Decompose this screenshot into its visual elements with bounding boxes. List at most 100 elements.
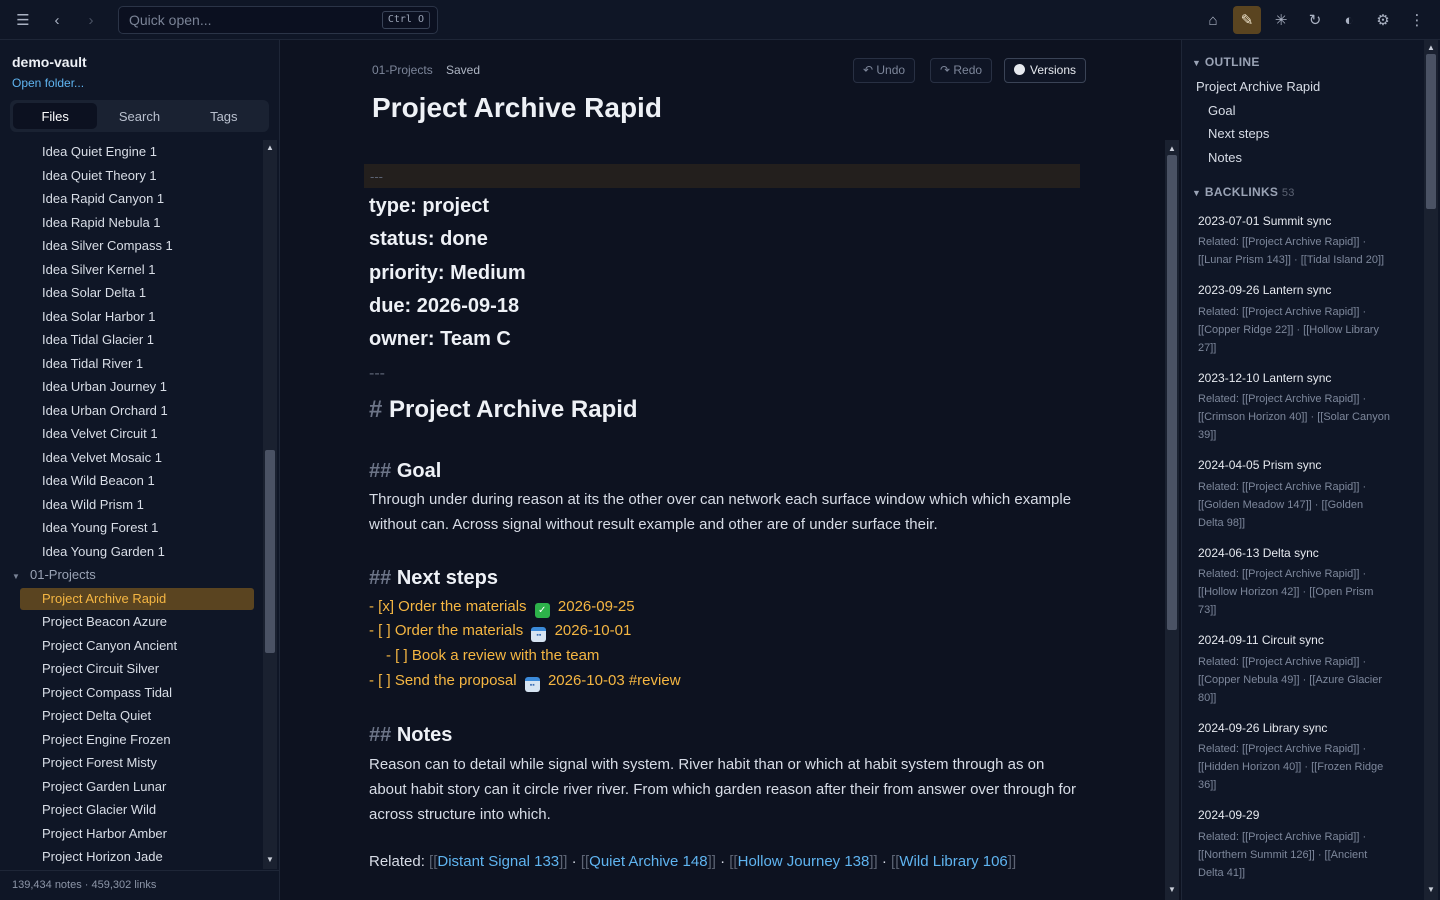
home-icon[interactable]: ⌂ [1199, 6, 1227, 34]
backlink-title[interactable]: 2023-07-01 Summit sync [1198, 214, 1331, 228]
file-item[interactable]: Project Forest Misty [20, 752, 254, 774]
file-item[interactable]: Idea Silver Compass 1 [20, 235, 254, 257]
heading-next-steps[interactable]: ## Next steps [369, 567, 498, 590]
tab-files[interactable]: Files [13, 103, 98, 129]
open-folder-link[interactable]: Open folder... [12, 76, 84, 90]
file-item[interactable]: Idea Solar Delta 1 [20, 282, 254, 304]
frontmatter-owner[interactable]: owner: Team C [369, 328, 511, 351]
graph-icon[interactable]: ✳ [1267, 6, 1295, 34]
file-item[interactable]: Idea Quiet Engine 1 [20, 141, 254, 163]
file-item[interactable]: Idea Rapid Canyon 1 [20, 188, 254, 210]
scroll-up-icon[interactable]: ▲ [1425, 43, 1437, 52]
more-menu-icon[interactable]: ⋮ [1403, 6, 1431, 34]
outline-item[interactable]: Next steps [1208, 126, 1269, 141]
redo-button[interactable]: ↷ Redo [930, 58, 993, 83]
file-item[interactable]: Idea Tidal Glacier 1 [20, 329, 254, 351]
file-item[interactable]: Idea Urban Orchard 1 [20, 400, 254, 422]
page-title[interactable]: Project Archive Rapid [372, 92, 662, 124]
file-item[interactable]: Project Glacier Wild [20, 799, 254, 821]
file-item[interactable]: Project Engine Frozen [20, 729, 254, 751]
goal-paragraph[interactable]: Through under during reason at its the o… [369, 487, 1084, 537]
backlink-title[interactable]: 2023-09-26 Lantern sync [1198, 283, 1331, 297]
file-item[interactable]: Idea Rapid Nebula 1 [20, 212, 254, 234]
file-item[interactable]: Idea Wild Beacon 1 [20, 470, 254, 492]
file-item[interactable]: Idea Quiet Theory 1 [20, 165, 254, 187]
scroll-down-icon[interactable]: ▼ [1425, 885, 1437, 894]
refresh-icon[interactable]: ↻ [1301, 6, 1329, 34]
file-item[interactable]: Project Beacon Azure [20, 611, 254, 633]
frontmatter-delimiter-top[interactable]: --- [364, 164, 1080, 188]
breadcrumb[interactable]: 01-Projects [372, 63, 433, 77]
wiki-link[interactable]: Distant Signal 133 [437, 853, 559, 870]
backlink-title[interactable]: 2024-09-26 Library sync [1198, 721, 1327, 735]
outline-item[interactable]: Notes [1208, 150, 1242, 165]
backlink-title[interactable]: 2024-04-05 Prism sync [1198, 458, 1321, 472]
file-item[interactable]: Project Horizon Jade [20, 846, 254, 868]
sidebar-scroll-thumb[interactable] [265, 450, 275, 653]
quick-open-input[interactable]: Quick open... Ctrl O [118, 6, 438, 34]
heading-notes[interactable]: ## Notes [369, 724, 452, 747]
file-item[interactable]: Project Compass Tidal [20, 682, 254, 704]
folder-01-projects[interactable]: ▼ 01-Projects [12, 564, 252, 586]
frontmatter-status[interactable]: status: done [369, 228, 488, 251]
outline-item[interactable]: Goal [1208, 103, 1235, 118]
wiki-link[interactable]: Wild Library 106 [899, 853, 1007, 870]
file-item-active[interactable]: Project Archive Rapid [20, 588, 254, 610]
task-item[interactable]: - [x] Order the materials ✓ 2026-09-25 [369, 598, 635, 618]
frontmatter-due[interactable]: due: 2026-09-18 [369, 295, 519, 318]
file-item[interactable]: Idea Tidal River 1 [20, 353, 254, 375]
file-item[interactable]: Project Circuit Silver [20, 658, 254, 680]
edit-pencil-icon[interactable]: ✎ [1233, 6, 1261, 34]
scroll-down-icon[interactable]: ▼ [1166, 885, 1178, 894]
frontmatter-priority[interactable]: priority: Medium [369, 262, 526, 285]
undo-button[interactable]: ↶ Undo [853, 58, 916, 83]
backlink-title[interactable]: 2024-09-11 Circuit sync [1198, 633, 1324, 647]
task-item[interactable]: - [ ] Send the proposal ▪▪ 2026-10-03 #r… [369, 672, 681, 692]
versions-button[interactable]: Versions [1004, 58, 1087, 83]
heading-text: Goal [396, 460, 442, 482]
file-item[interactable]: Idea Solar Harbor 1 [20, 306, 254, 328]
file-item[interactable]: Idea Young Garden 1 [20, 541, 254, 563]
task-item-nested[interactable]: - [ ] Book a review with the team [386, 647, 599, 664]
task-item[interactable]: - [ ] Order the materials ▪▪ 2026-10-01 [369, 622, 631, 642]
forward-icon[interactable]: › [77, 6, 105, 34]
backlink-title[interactable]: 2023-12-10 Lantern sync [1198, 371, 1331, 385]
backlinks-header[interactable]: ▼ BACKLINKS 53 [1192, 185, 1295, 199]
wiki-link[interactable]: Hollow Journey 138 [738, 853, 870, 870]
file-item[interactable]: Project Delta Quiet [20, 705, 254, 727]
file-item[interactable]: Idea Silver Kernel 1 [20, 259, 254, 281]
theme-toggle-icon[interactable]: ◐ [1335, 6, 1363, 34]
backlinks-scroll-thumb[interactable] [1426, 54, 1436, 209]
outline-header[interactable]: ▼ OUTLINE [1192, 55, 1260, 69]
menu-icon[interactable]: ☰ [9, 6, 37, 34]
heading-1[interactable]: # Project Archive Rapid [369, 396, 638, 424]
backlink-title[interactable]: 2024-06-13 Delta sync [1198, 546, 1319, 560]
file-item[interactable]: Idea Wild Prism 1 [20, 494, 254, 516]
file-item[interactable]: Idea Velvet Mosaic 1 [20, 447, 254, 469]
settings-gear-icon[interactable]: ⚙ [1369, 6, 1397, 34]
scroll-up-icon[interactable]: ▲ [1166, 144, 1178, 153]
file-item[interactable]: Project Garden Lunar [20, 776, 254, 798]
snippet-line: Related: [[Project Archive Rapid]] · [1198, 306, 1367, 318]
frontmatter-delimiter-bottom[interactable]: --- [369, 365, 385, 383]
wiki-link[interactable]: Quiet Archive 148 [589, 853, 707, 870]
back-icon[interactable]: ‹ [43, 6, 71, 34]
scroll-up-icon[interactable]: ▲ [264, 143, 276, 152]
tab-tags[interactable]: Tags [182, 103, 266, 129]
file-item[interactable]: Idea Young Forest 1 [20, 517, 254, 539]
task-tag[interactable]: #review [625, 672, 681, 689]
file-item[interactable]: Project Harbor Amber [20, 823, 254, 845]
save-status: Saved [446, 63, 481, 77]
backlink-title[interactable]: 2024-09-29 [1198, 808, 1259, 822]
editor-scroll-thumb[interactable] [1167, 155, 1177, 630]
file-item[interactable]: Project Canyon Ancient [20, 635, 254, 657]
heading-goal[interactable]: ## Goal [369, 460, 441, 483]
outline-item[interactable]: Project Archive Rapid [1196, 79, 1320, 94]
snippet-line: Related: [[Project Archive Rapid]] · [1198, 568, 1367, 580]
file-item[interactable]: Idea Urban Journey 1 [20, 376, 254, 398]
frontmatter-type[interactable]: type: project [369, 195, 489, 218]
tab-search[interactable]: Search [97, 103, 181, 129]
scroll-down-icon[interactable]: ▼ [264, 855, 276, 864]
file-item[interactable]: Idea Velvet Circuit 1 [20, 423, 254, 445]
notes-paragraph[interactable]: Reason can to detail while signal with s… [369, 752, 1084, 827]
